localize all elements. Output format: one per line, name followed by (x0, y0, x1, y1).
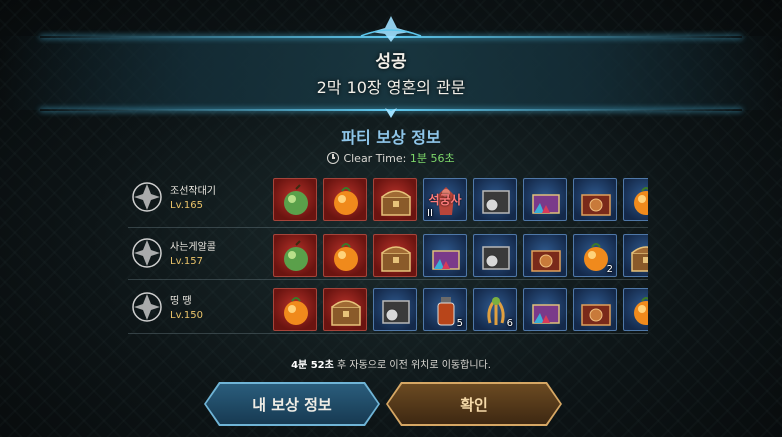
player-reward-row: 사는게알콜 Lv.157 2 (128, 228, 648, 280)
item-count: 6 (506, 318, 513, 329)
item-tag-label: 석궁사 (428, 193, 462, 207)
treasure-chest-icon (631, 246, 648, 272)
orange-orb-icon (334, 187, 358, 215)
player-name: 사는게알콜 (170, 242, 216, 253)
orange-orb-icon (634, 297, 648, 325)
reward-item-slot[interactable] (273, 234, 317, 277)
reward-item-slot[interactable] (323, 178, 367, 221)
result-title: 성공 (375, 52, 407, 72)
player-level: Lv.150 (170, 310, 203, 321)
reward-item-slot[interactable] (523, 234, 567, 277)
treasure-chest-icon (381, 246, 411, 272)
orange-orb-icon (634, 187, 648, 215)
orange-orb-icon (334, 243, 358, 271)
player-level: Lv.165 (170, 200, 203, 211)
reward-item-slot[interactable] (273, 288, 317, 331)
player-reward-row: 조선작대기 Lv.165 석궁사II 3 (128, 172, 648, 228)
reward-item-slot[interactable] (373, 288, 417, 331)
treasure-chest-icon (331, 300, 361, 326)
green-orb-icon (284, 184, 308, 215)
shield-crate-icon (382, 300, 410, 324)
class-emblem-icon (132, 238, 162, 268)
reward-item-slot[interactable] (373, 178, 417, 221)
crest-ornament-icon (360, 16, 422, 42)
player-level: Lv.157 (170, 256, 203, 267)
reward-item-slot[interactable] (473, 234, 517, 277)
clear-time-value: 1분 56초 (409, 152, 455, 165)
shield-crate-icon (482, 246, 510, 270)
reward-items: 56 (273, 288, 648, 332)
ornate-chest-icon (531, 250, 561, 272)
ornate-chest-icon (581, 194, 611, 216)
reward-item-slot[interactable] (623, 288, 648, 331)
reward-items: 석궁사II 3 (273, 178, 648, 222)
stage-name: 2막 10장 영혼의 관문 (316, 78, 466, 97)
class-emblem-icon (132, 182, 162, 212)
shield-crate-icon (482, 190, 510, 214)
reward-item-slot[interactable] (323, 234, 367, 277)
countdown-time: 4분 52초 (291, 360, 334, 371)
orange-orb-icon (284, 297, 308, 325)
notice-text: 후 자동으로 이전 위치로 이동합니다. (333, 360, 491, 371)
reward-item-slot[interactable] (573, 288, 617, 331)
player-reward-row: 띵 땡 Lv.150 5 6 (128, 282, 648, 334)
class-emblem-icon (132, 292, 162, 322)
item-count: 2 (606, 264, 613, 275)
treasure-chest-icon (381, 190, 411, 216)
reward-item-slot[interactable]: 3 (623, 178, 648, 221)
reward-items: 2 (273, 234, 648, 278)
reward-item-slot[interactable] (523, 288, 567, 331)
reward-item-slot[interactable]: 석궁사 II (423, 178, 467, 221)
reward-item-slot[interactable] (273, 178, 317, 221)
auto-return-notice: 4분 52초 후 자동으로 이전 위치로 이동합니다. (0, 356, 782, 371)
item-tier-label: II (427, 208, 433, 219)
confirm-button[interactable]: 확인 (388, 384, 560, 424)
item-count: 5 (456, 318, 463, 329)
party-reward-list[interactable]: 조선작대기Lv.165석궁사II3사는게알콜Lv.1572띵 땡Lv.15056 (128, 172, 648, 338)
reward-item-slot[interactable] (523, 178, 567, 221)
reward-item-slot[interactable] (623, 234, 648, 277)
reward-item-slot[interactable]: 6 (473, 288, 517, 331)
reward-item-slot[interactable] (423, 234, 467, 277)
jeweled-chest-icon (532, 194, 560, 214)
crest-bottom-ornament-icon (385, 108, 397, 118)
reward-item-slot[interactable]: 2 (573, 234, 617, 277)
clear-time: Clear Time: 1분 56초 (0, 150, 782, 166)
player-name: 조선작대기 (170, 186, 216, 197)
green-orb-icon (284, 240, 308, 271)
jeweled-chest-icon (432, 250, 460, 270)
player-name: 띵 땡 (170, 296, 192, 307)
reward-item-slot[interactable] (573, 178, 617, 221)
my-rewards-button[interactable]: 내 보상 정보 (206, 384, 378, 424)
clear-time-label: Clear Time: (343, 152, 407, 165)
clock-icon (327, 152, 340, 164)
reward-item-slot[interactable] (473, 178, 517, 221)
ornate-chest-icon (581, 304, 611, 326)
party-reward-title: 파티 보상 정보 (341, 128, 441, 147)
reward-item-slot[interactable] (323, 288, 367, 331)
reward-item-slot[interactable]: 5 (423, 288, 467, 331)
jeweled-chest-icon (532, 304, 560, 324)
reward-item-slot[interactable] (373, 234, 417, 277)
